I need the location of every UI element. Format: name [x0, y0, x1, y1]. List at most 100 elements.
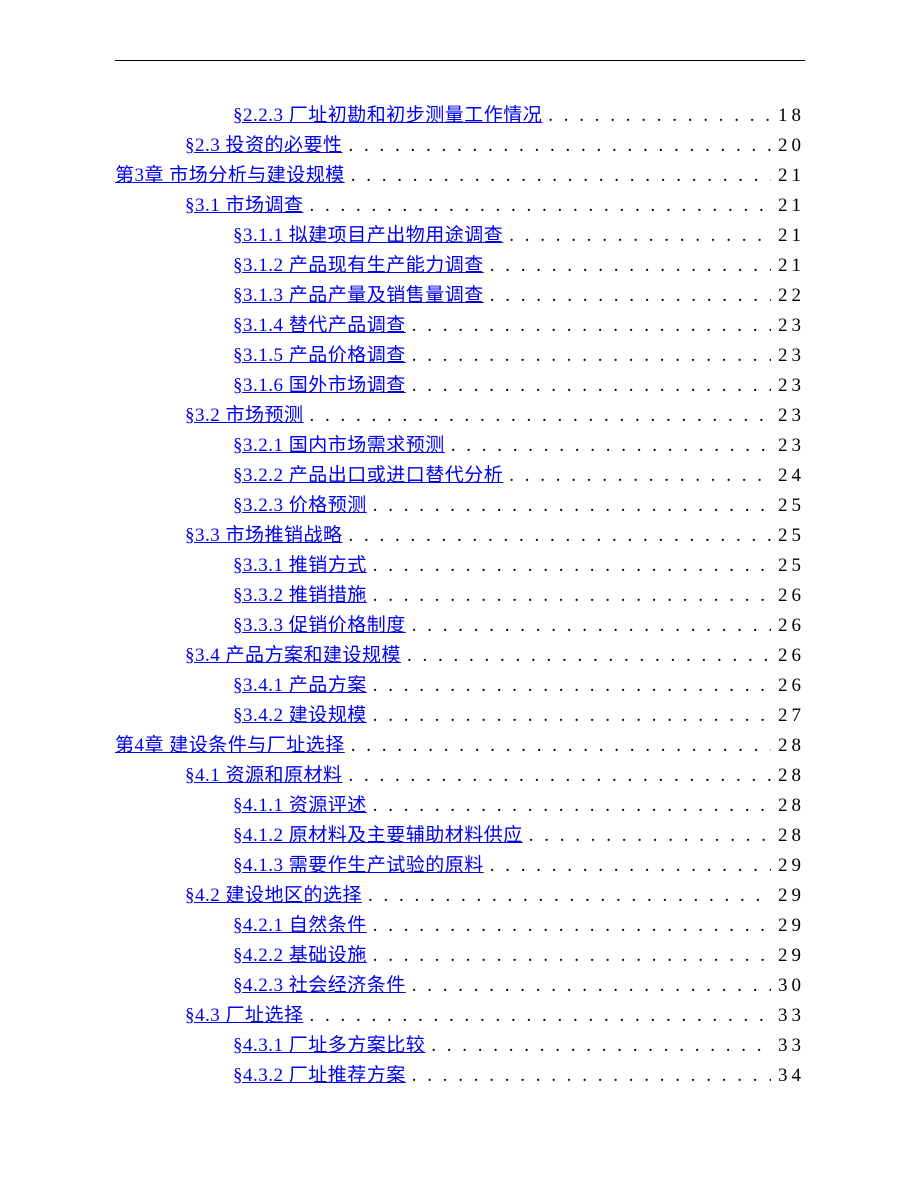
toc-page-number: 29 — [771, 941, 805, 971]
toc-page-number: 26 — [771, 671, 805, 701]
toc-link[interactable]: §4.1.2 原材料及主要辅助材料供应 — [233, 821, 523, 851]
toc-leader-dots — [406, 311, 771, 341]
table-of-contents: §2.2.3 厂址初勘和初步测量工作情况 18§2.3 投资的必要性20第3章 市… — [115, 101, 805, 1091]
toc-entry: §3.1.2 产品现有生产能力调查 21 — [115, 251, 805, 281]
toc-leader-dots — [367, 911, 771, 941]
toc-link[interactable]: §4.1.3 需要作生产试验的原料 — [233, 851, 484, 881]
toc-link[interactable]: §3.3.3 促销价格制度 — [233, 611, 406, 641]
toc-leader-dots — [345, 731, 771, 761]
toc-leader-dots — [406, 371, 771, 401]
toc-leader-dots — [362, 881, 771, 911]
toc-entry: §3.4 产品方案和建设规模 26 — [115, 641, 805, 671]
toc-link[interactable]: §3.1.3 产品产量及销售量调查 — [233, 281, 484, 311]
toc-entry: §3.3.1 推销方式25 — [115, 551, 805, 581]
toc-entry: §2.2.3 厂址初勘和初步测量工作情况 18 — [115, 101, 805, 131]
toc-page-number: 23 — [771, 401, 805, 431]
toc-link[interactable]: §3.2 市场预测 — [185, 401, 304, 431]
toc-entry: §3.1.4 替代产品调查 23 — [115, 311, 805, 341]
toc-page-number: 28 — [771, 821, 805, 851]
toc-link[interactable]: §3.4.2 建设规模 — [233, 701, 367, 731]
toc-entry: §2.3 投资的必要性20 — [115, 131, 805, 161]
toc-link[interactable]: §4.3.1 厂址多方案比较 — [233, 1031, 425, 1061]
toc-link[interactable]: §3.1 市场调查 — [185, 191, 304, 221]
toc-page-number: 26 — [771, 581, 805, 611]
toc-link[interactable]: §3.1.6 国外市场调查 — [233, 371, 406, 401]
toc-leader-dots — [542, 101, 771, 131]
toc-entry: §3.3.3 促销价格制度 26 — [115, 611, 805, 641]
toc-leader-dots — [406, 341, 771, 371]
toc-link[interactable]: §3.4.1 产品方案 — [233, 671, 367, 701]
toc-page-number: 28 — [771, 791, 805, 821]
toc-link[interactable]: 第4章 建设条件与厂址选择 — [115, 731, 345, 761]
toc-page-number: 23 — [771, 371, 805, 401]
toc-link[interactable]: §4.3.2 厂址推荐方案 — [233, 1061, 406, 1091]
toc-link[interactable]: §4.3 厂址选择 — [185, 1001, 304, 1031]
toc-link[interactable]: §4.1 资源和原材料 — [185, 761, 343, 791]
toc-page-number: 27 — [771, 701, 805, 731]
toc-entry: §4.2.3 社会经济条件30 — [115, 971, 805, 1001]
toc-leader-dots — [343, 131, 771, 161]
toc-link[interactable]: §3.1.4 替代产品调查 — [233, 311, 406, 341]
toc-entry: 第4章 建设条件与厂址选择28 — [115, 731, 805, 761]
toc-link[interactable]: §3.4 产品方案和建设规模 — [185, 641, 401, 671]
toc-entry: §4.2 建设地区的选择 29 — [115, 881, 805, 911]
toc-entry: §4.1 资源和原材料28 — [115, 761, 805, 791]
toc-link[interactable]: §3.2.1 国内市场需求预测 — [233, 431, 445, 461]
toc-link[interactable]: §3.1.2 产品现有生产能力调查 — [233, 251, 484, 281]
toc-link[interactable]: §3.1.5 产品价格调查 — [233, 341, 406, 371]
toc-page-number: 18 — [771, 101, 805, 131]
toc-entry: §3.2.2 产品出口或进口替代分析 24 — [115, 461, 805, 491]
toc-entry: §4.1.1 资源评述 28 — [115, 791, 805, 821]
toc-entry: §3.3.2 推销措施 26 — [115, 581, 805, 611]
toc-page-number: 26 — [771, 641, 805, 671]
toc-page-number: 22 — [771, 281, 805, 311]
toc-page-number: 25 — [771, 491, 805, 521]
toc-entry: §4.3.2 厂址推荐方案34 — [115, 1061, 805, 1091]
toc-page-number: 26 — [771, 611, 805, 641]
toc-page-number: 29 — [771, 881, 805, 911]
toc-page-number: 24 — [771, 461, 805, 491]
toc-page-number: 23 — [771, 341, 805, 371]
toc-leader-dots — [304, 191, 771, 221]
toc-link[interactable]: §3.3 市场推销战略 — [185, 521, 343, 551]
toc-link[interactable]: 第3章 市场分析与建设规模 — [115, 161, 345, 191]
header-rule — [115, 60, 805, 61]
toc-page-number: 21 — [771, 161, 805, 191]
toc-link[interactable]: §3.3.2 推销措施 — [233, 581, 367, 611]
toc-page-number: 29 — [771, 851, 805, 881]
toc-link[interactable]: §4.1.1 资源评述 — [233, 791, 367, 821]
toc-leader-dots — [406, 1061, 771, 1091]
toc-link[interactable]: §4.2.2 基础设施 — [233, 941, 367, 971]
toc-link[interactable]: §3.1.1 拟建项目产出物用途调查 — [233, 221, 503, 251]
toc-link[interactable]: §2.2.3 厂址初勘和初步测量工作情况 — [233, 101, 542, 131]
toc-link[interactable]: §3.2.3 价格预测 — [233, 491, 367, 521]
toc-leader-dots — [304, 401, 771, 431]
toc-entry: §3.1.5 产品价格调查 23 — [115, 341, 805, 371]
toc-page-number: 21 — [771, 221, 805, 251]
toc-entry: §3.3 市场推销战略 25 — [115, 521, 805, 551]
toc-page-number: 21 — [771, 251, 805, 281]
toc-entry: §4.3.1 厂址多方案比较33 — [115, 1031, 805, 1061]
toc-link[interactable]: §2.3 投资的必要性 — [185, 131, 343, 161]
toc-leader-dots — [367, 941, 771, 971]
toc-leader-dots — [367, 491, 771, 521]
toc-link[interactable]: §4.2.3 社会经济条件 — [233, 971, 406, 1001]
toc-page-number: 23 — [771, 431, 805, 461]
toc-link[interactable]: §3.2.2 产品出口或进口替代分析 — [233, 461, 503, 491]
toc-link[interactable]: §3.3.1 推销方式 — [233, 551, 367, 581]
toc-entry: §4.1.2 原材料及主要辅助材料供应 28 — [115, 821, 805, 851]
toc-leader-dots — [367, 791, 771, 821]
toc-leader-dots — [343, 521, 771, 551]
toc-entry: §3.1 市场调查 21 — [115, 191, 805, 221]
toc-entry: §3.1.1 拟建项目产出物用途调查 21 — [115, 221, 805, 251]
toc-leader-dots — [304, 1001, 771, 1031]
toc-leader-dots — [445, 431, 771, 461]
toc-leader-dots — [367, 551, 771, 581]
toc-page-number: 21 — [771, 191, 805, 221]
toc-link[interactable]: §4.2.1 自然条件 — [233, 911, 367, 941]
toc-page-number: 25 — [771, 521, 805, 551]
toc-page-number: 23 — [771, 311, 805, 341]
toc-entry: §3.4.1 产品方案 26 — [115, 671, 805, 701]
toc-leader-dots — [367, 581, 771, 611]
toc-link[interactable]: §4.2 建设地区的选择 — [185, 881, 362, 911]
